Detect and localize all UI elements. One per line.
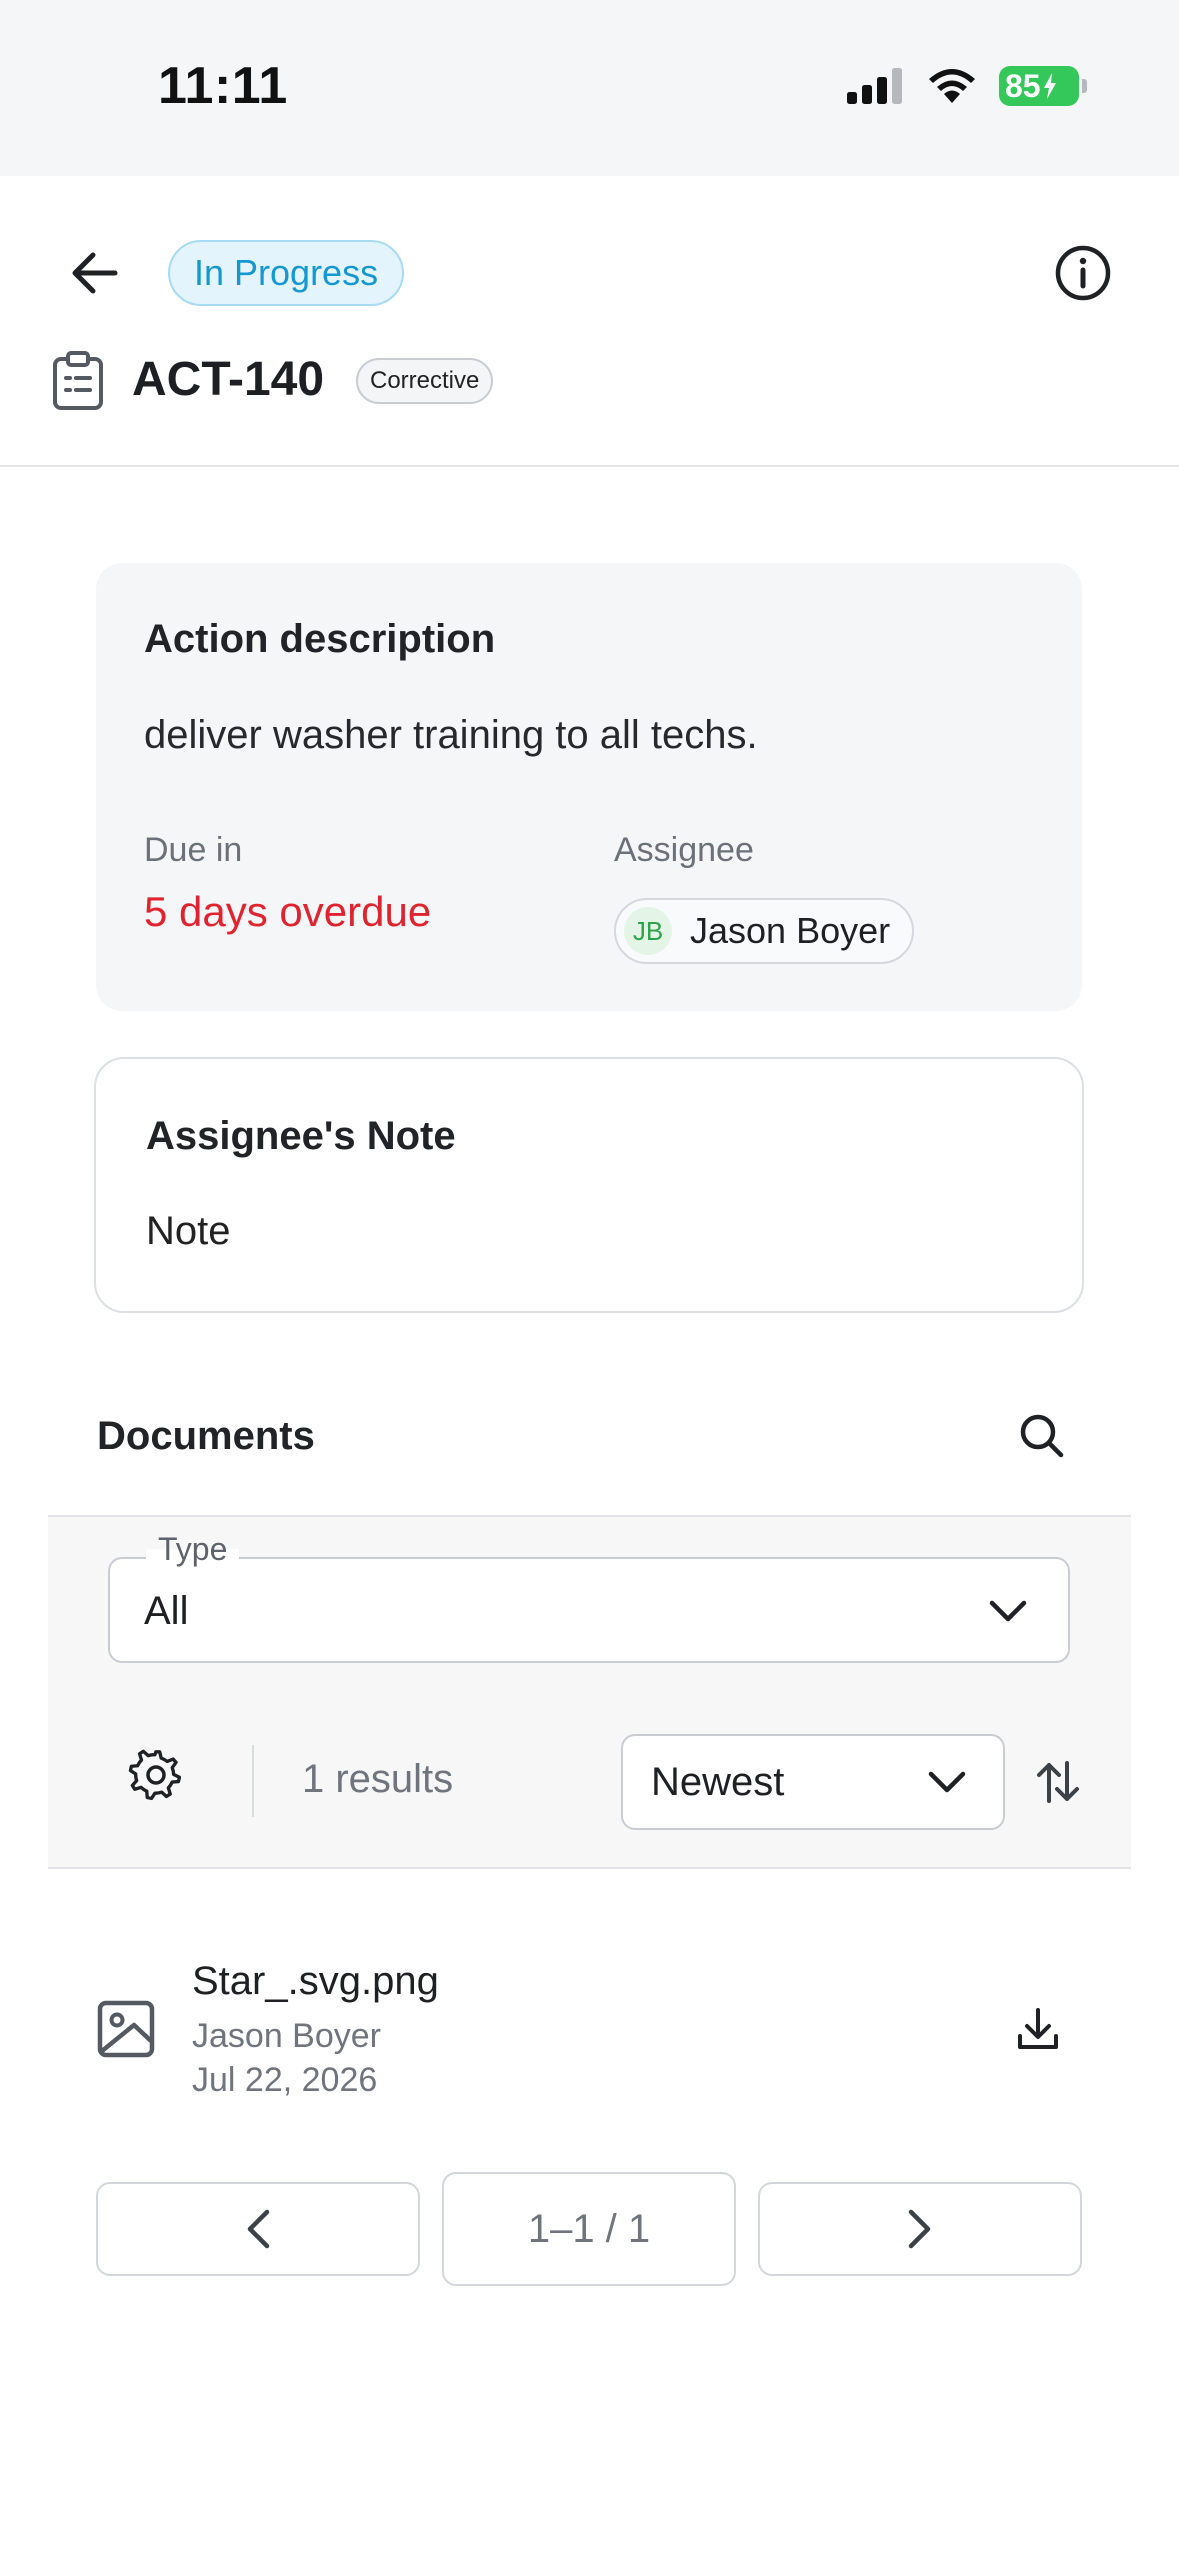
sort-select-value: Newest xyxy=(651,1760,785,1804)
type-select[interactable]: Type All xyxy=(108,1531,1070,1663)
avatar: JB xyxy=(624,907,672,955)
documents-search-button[interactable] xyxy=(1012,1406,1072,1466)
status-indicators: 85 xyxy=(847,66,1087,106)
back-arrow-icon xyxy=(72,252,118,294)
due-value: 5 days overdue xyxy=(144,888,432,935)
battery-charging-icon: 85 xyxy=(999,66,1087,106)
chevron-down-icon xyxy=(989,1600,1027,1622)
status-badge: In Progress xyxy=(168,240,405,306)
assignee-chip[interactable]: JB Jason Boyer xyxy=(614,898,915,964)
due-label: Due in xyxy=(144,831,243,869)
assignee-note-card: Assignee's Note Note xyxy=(94,1057,1084,1313)
previous-page-button[interactable] xyxy=(96,2182,420,2276)
document-author: Jason Boyer xyxy=(192,2017,381,2055)
sort-arrows-icon xyxy=(1037,1761,1079,1803)
list-item[interactable]: Star_.svg.png Jason Boyer Jul 22, 2026 xyxy=(96,1955,1082,2115)
header: In Progress ACT-140 Corrective xyxy=(0,176,1179,467)
assignee-note-text: Note xyxy=(146,1209,231,1253)
download-button[interactable] xyxy=(1008,1999,1068,2059)
type-select-value: All xyxy=(144,1589,189,1633)
action-description-title: Action description xyxy=(144,617,496,661)
action-type-chip: Corrective xyxy=(356,358,494,404)
gear-icon xyxy=(128,1749,182,1801)
clipboard-icon xyxy=(53,351,103,410)
settings-button[interactable] xyxy=(126,1745,186,1805)
download-icon xyxy=(1018,2008,1058,2049)
back-button[interactable] xyxy=(62,240,128,306)
action-id: ACT-140 xyxy=(132,353,325,406)
search-icon xyxy=(1020,1414,1064,1458)
assignee-label: Assignee xyxy=(614,831,754,869)
status-bar: 11:11 85 xyxy=(0,0,1179,176)
document-date: Jul 22, 2026 xyxy=(192,2061,378,2099)
info-icon xyxy=(1055,245,1111,301)
next-page-button[interactable] xyxy=(758,2182,1082,2276)
documents-title: Documents xyxy=(97,1414,315,1458)
chevron-down-icon xyxy=(928,1771,966,1793)
assignee-name: Jason Boyer xyxy=(690,910,891,951)
sort-direction-button[interactable] xyxy=(1023,1747,1093,1817)
assignee-note-title: Assignee's Note xyxy=(146,1114,456,1158)
toolbar-divider xyxy=(252,1745,254,1817)
document-name: Star_.svg.png xyxy=(192,1959,439,2003)
signal-icon xyxy=(847,68,902,104)
type-select-label: Type xyxy=(146,1531,240,1568)
sort-select[interactable]: Newest xyxy=(621,1734,1005,1830)
chevron-right-icon xyxy=(908,2209,931,2249)
image-file-icon xyxy=(97,2000,155,2058)
chevron-left-icon xyxy=(247,2209,270,2249)
wifi-icon xyxy=(929,69,975,103)
action-description-text: deliver washer training to all techs. xyxy=(144,713,758,757)
status-time: 11:11 xyxy=(158,57,288,115)
info-button[interactable] xyxy=(1050,240,1116,306)
action-description-card: Action description deliver washer traini… xyxy=(96,563,1082,1011)
page-indicator: 1–1 / 1 xyxy=(442,2172,736,2286)
action-detail-page: 11:11 85 In Progress ACT-140 Corrective … xyxy=(0,0,1179,2556)
results-count: 1 results xyxy=(302,1757,454,1801)
battery-level: 85 xyxy=(1005,67,1041,104)
bolt-icon xyxy=(1043,73,1056,99)
documents-filter-panel: Type All 1 results Newest xyxy=(48,1515,1131,1869)
